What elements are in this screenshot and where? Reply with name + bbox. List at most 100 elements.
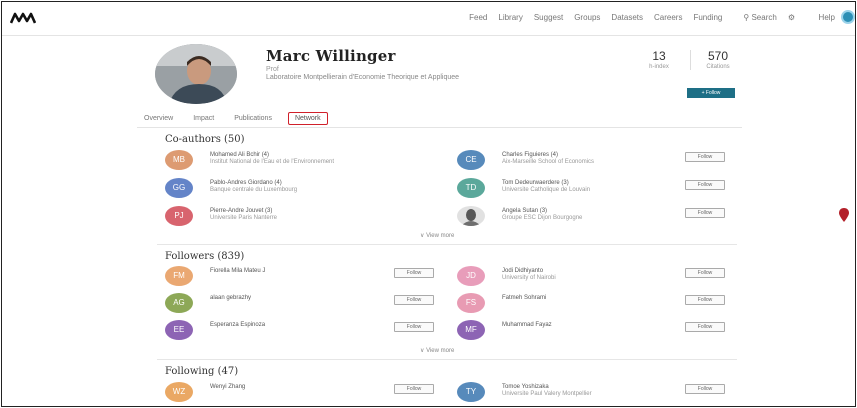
coauthor-item[interactable]: Angela Sutan (3) Groupe ESC Dijon Bourgo… bbox=[457, 206, 687, 226]
nav-link-funding[interactable]: Funding bbox=[693, 13, 722, 22]
nav-link-groups[interactable]: Groups bbox=[574, 13, 600, 22]
avatar: AG bbox=[165, 293, 193, 313]
person-affiliation: Universite Catholique de Louvain bbox=[502, 187, 591, 193]
person-affiliation: Universite Paris Nanterre bbox=[210, 215, 278, 221]
follow-button[interactable]: Follow bbox=[685, 152, 725, 162]
person-name[interactable]: Pablo-Andres Giordano (4) bbox=[210, 180, 282, 186]
follow-button[interactable]: Follow bbox=[685, 322, 725, 332]
stat-citations-label: Citations bbox=[706, 64, 730, 70]
coauthors-view-more-link[interactable]: ∨ View more bbox=[420, 232, 454, 239]
person-name[interactable]: Tom Dedeurwaerdere (3) bbox=[502, 180, 569, 186]
site-logo-icon[interactable] bbox=[10, 11, 36, 25]
person-affiliation: Groupe ESC Dijon Bourgogne bbox=[502, 215, 583, 221]
avatar: PJ bbox=[165, 206, 193, 226]
avatar: CE bbox=[457, 150, 485, 170]
follower-item[interactable]: EE Esperanza Espinoza bbox=[165, 320, 395, 340]
profile-institution[interactable]: Laboratoire Montpellierain d'Economie Th… bbox=[266, 74, 459, 81]
follow-profile-button[interactable]: + Follow bbox=[687, 88, 735, 98]
stat-h-index-value: 13 bbox=[652, 49, 666, 63]
followers-view-more-link[interactable]: ∨ View more bbox=[420, 347, 454, 354]
person-name[interactable]: Wenyi Zhang bbox=[210, 384, 245, 390]
follower-item[interactable]: AG alaan gebrazhy bbox=[165, 293, 395, 313]
section-divider bbox=[157, 359, 737, 360]
follower-item[interactable]: JD Jodi Didhiyanto University of Nairobi bbox=[457, 266, 687, 286]
coauthor-item[interactable]: TD Tom Dedeurwaerdere (3) Universite Cat… bbox=[457, 178, 687, 198]
person-affiliation: Aix-Marseille School of Economics bbox=[502, 159, 595, 165]
browser-viewport: Feed Library Suggest Groups Datasets Car… bbox=[1, 1, 856, 407]
nav-link-feed[interactable]: Feed bbox=[469, 13, 487, 22]
tab-network[interactable]: Network bbox=[287, 111, 328, 125]
tab-impact[interactable]: Impact bbox=[189, 113, 218, 124]
following-item[interactable]: TY Tomoe Yoshizaka Universite Paul Valer… bbox=[457, 382, 687, 402]
follow-button[interactable]: Follow bbox=[394, 268, 434, 278]
stat-divider bbox=[690, 50, 691, 70]
follow-button[interactable]: Follow bbox=[394, 322, 434, 332]
avatar: GG bbox=[165, 178, 193, 198]
person-affiliation: Universite Paul Valery Montpellier bbox=[502, 391, 592, 397]
avatar: WZ bbox=[165, 382, 193, 402]
follow-button[interactable]: Follow bbox=[685, 295, 725, 305]
nav-link-datasets[interactable]: Datasets bbox=[611, 13, 643, 22]
avatar: EE bbox=[165, 320, 193, 340]
stat-h-index[interactable]: 13 h-index bbox=[642, 49, 676, 70]
coauthor-item[interactable]: GG Pablo-Andres Giordano (4) Banque cent… bbox=[165, 178, 425, 198]
person-name[interactable]: Jodi Didhiyanto bbox=[502, 268, 543, 274]
person-name[interactable]: Fatmeh Sohrami bbox=[502, 295, 546, 301]
person-affiliation: University of Nairobi bbox=[502, 275, 556, 281]
profile-photo[interactable] bbox=[155, 44, 237, 104]
follower-item[interactable]: MF Muhammad Fayaz bbox=[457, 320, 687, 340]
following-item[interactable]: WZ Wenyi Zhang bbox=[165, 382, 395, 402]
person-name[interactable]: Fiorella Mila Mateu J bbox=[210, 268, 265, 274]
follow-button[interactable]: Follow bbox=[685, 268, 725, 278]
person-name[interactable]: Tomoe Yoshizaka bbox=[502, 384, 549, 390]
stat-citations-value: 570 bbox=[707, 49, 729, 63]
avatar: FS bbox=[457, 293, 485, 313]
profile-tabs: Overview Impact Publications Network bbox=[140, 110, 328, 126]
search-icon: ⚲ bbox=[743, 13, 750, 22]
follower-item[interactable]: FM Fiorella Mila Mateu J bbox=[165, 266, 395, 286]
nav-search[interactable]: ⚲ Search bbox=[743, 13, 776, 22]
coauthor-item[interactable]: PJ Pierre-Andre Jouvet (3) Universite Pa… bbox=[165, 206, 425, 226]
nav-help[interactable]: Help bbox=[819, 13, 835, 22]
avatar: TY bbox=[457, 382, 485, 402]
follow-button[interactable]: Follow bbox=[394, 295, 434, 305]
avatar: FM bbox=[165, 266, 193, 286]
person-affiliation: Banque centrale du Luxembourg bbox=[210, 187, 298, 193]
tab-overview[interactable]: Overview bbox=[140, 113, 177, 124]
coauthors-title: Co-authors (50) bbox=[165, 134, 245, 145]
settings-icon[interactable]: ⚙ bbox=[788, 13, 795, 22]
coauthor-item[interactable]: CE Charles Figuieres (4) Aix-Marseille S… bbox=[457, 150, 687, 170]
user-avatar[interactable] bbox=[841, 10, 855, 24]
avatar bbox=[457, 206, 485, 226]
coauthor-item[interactable]: MB Mohamed Ali Bchir (4) Institut Nation… bbox=[165, 150, 425, 170]
follow-button[interactable]: Follow bbox=[685, 384, 725, 394]
tab-publications[interactable]: Publications bbox=[230, 113, 276, 124]
avatar: TD bbox=[457, 178, 485, 198]
follow-button[interactable]: Follow bbox=[394, 384, 434, 394]
stat-h-index-label: h-index bbox=[649, 64, 669, 70]
view-more-label: View more bbox=[426, 348, 455, 354]
following-title: Following (47) bbox=[165, 366, 239, 377]
person-name[interactable]: alaan gebrazhy bbox=[210, 295, 251, 301]
follower-item[interactable]: FS Fatmeh Sohrami bbox=[457, 293, 687, 313]
person-affiliation: Institut National de l'Eau et de l'Envir… bbox=[210, 159, 335, 165]
person-name[interactable]: Angela Sutan (3) bbox=[502, 208, 547, 214]
person-name[interactable]: Muhammad Fayaz bbox=[502, 322, 552, 328]
profile-name: Marc Willinger bbox=[266, 47, 396, 65]
person-name[interactable]: Esperanza Espinoza bbox=[210, 322, 265, 328]
view-more-label: View more bbox=[426, 233, 455, 239]
nav-link-suggest[interactable]: Suggest bbox=[534, 13, 563, 22]
nav-search-label: Search bbox=[751, 13, 777, 22]
section-divider bbox=[157, 244, 737, 245]
person-name[interactable]: Pierre-Andre Jouvet (3) bbox=[210, 208, 272, 214]
top-navigation: Feed Library Suggest Groups Datasets Car… bbox=[2, 2, 855, 36]
person-name[interactable]: Mohamed Ali Bchir (4) bbox=[210, 152, 269, 158]
nav-link-careers[interactable]: Careers bbox=[654, 13, 682, 22]
nav-link-library[interactable]: Library bbox=[498, 13, 522, 22]
tabs-divider bbox=[137, 127, 742, 128]
follow-button[interactable]: Follow bbox=[685, 180, 725, 190]
stat-citations[interactable]: 570 Citations bbox=[698, 49, 738, 70]
map-pin-icon bbox=[839, 208, 849, 222]
person-name[interactable]: Charles Figuieres (4) bbox=[502, 152, 558, 158]
follow-button[interactable]: Follow bbox=[685, 208, 725, 218]
